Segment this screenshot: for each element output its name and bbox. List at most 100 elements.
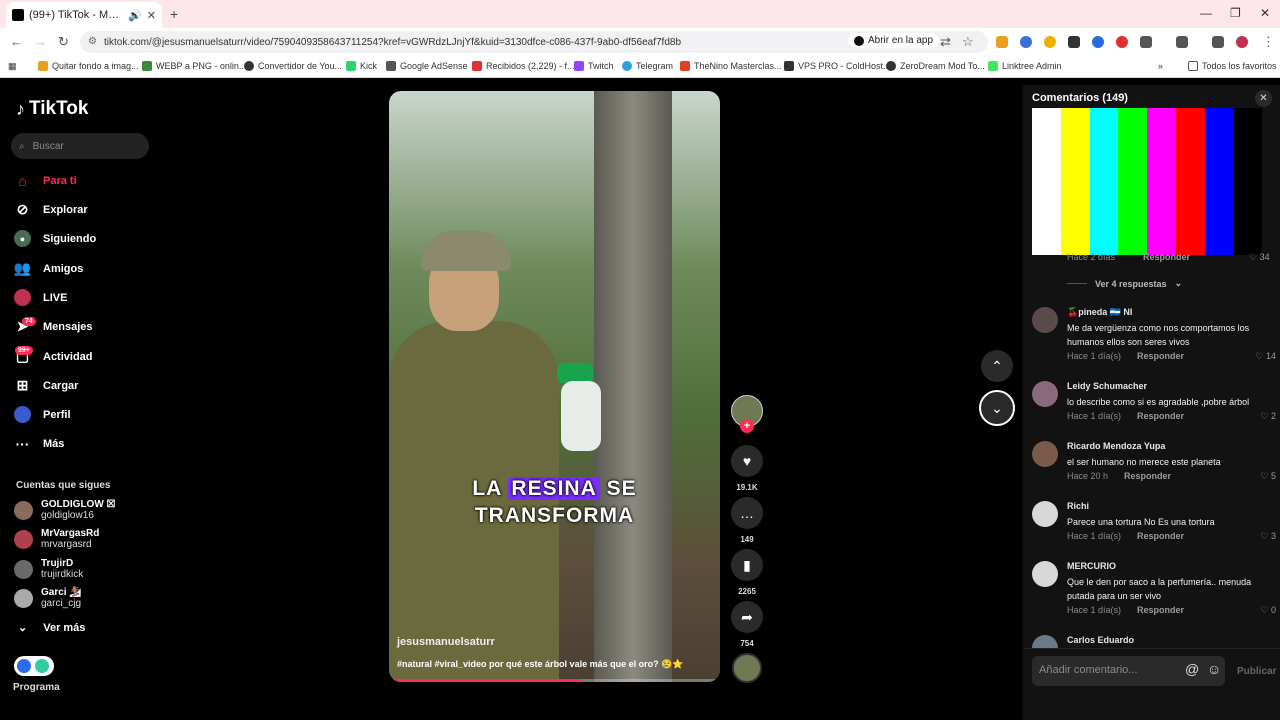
- profile-avatar-icon[interactable]: [1236, 36, 1248, 48]
- nav-siguiendo[interactable]: ● Siguiendo: [14, 230, 96, 247]
- reply-button[interactable]: Responder: [1143, 252, 1190, 262]
- reply-button[interactable]: Responder: [1137, 605, 1184, 615]
- bookmark-item[interactable]: TheNino Masterclas...: [680, 61, 782, 71]
- previous-video-button[interactable]: ⌃: [981, 350, 1013, 382]
- audio-icon[interactable]: 🔊: [128, 9, 142, 22]
- nav-amigos[interactable]: 👥 Amigos: [14, 260, 84, 277]
- nav-live[interactable]: LIVE: [14, 289, 67, 306]
- nav-label: Actividad: [43, 350, 93, 363]
- bookmark-item[interactable]: VPS PRO - ColdHost...: [784, 61, 891, 71]
- bookmark-item[interactable]: ZeroDream Mod To...: [886, 61, 985, 71]
- close-tab-icon[interactable]: ✕: [147, 9, 156, 22]
- more-bookmarks-icon[interactable]: »: [1158, 61, 1163, 71]
- bookmark-item[interactable]: Linktree Admin: [988, 61, 1062, 71]
- close-icon[interactable]: ✕: [1255, 90, 1272, 107]
- save-button[interactable]: ▮ 2265: [731, 549, 763, 596]
- emoji-icon[interactable]: ☺: [1207, 661, 1221, 677]
- avatar[interactable]: [1032, 441, 1058, 467]
- mention-icon[interactable]: @: [1185, 661, 1199, 677]
- nav-cargar[interactable]: ⊞ Cargar: [14, 377, 79, 394]
- extension-icon[interactable]: [996, 36, 1008, 48]
- comment-button[interactable]: … 149: [731, 497, 763, 544]
- reply-button[interactable]: Responder: [1137, 351, 1184, 361]
- next-video-button[interactable]: ⌄: [979, 390, 1015, 426]
- reply-button[interactable]: Responder: [1137, 411, 1184, 421]
- reload-icon[interactable]: ↻: [58, 34, 69, 50]
- back-icon[interactable]: ←: [10, 34, 23, 49]
- publish-button[interactable]: Publicar: [1237, 666, 1276, 677]
- browser-menu-icon[interactable]: ⋮: [1262, 34, 1275, 50]
- tiktok-logo[interactable]: ♪ TikTok: [16, 98, 88, 120]
- music-disc-icon[interactable]: [732, 653, 762, 683]
- programa-label[interactable]: Programa: [13, 682, 60, 693]
- comment-likes[interactable]: ♡ 0: [1260, 605, 1276, 616]
- avatar[interactable]: [1032, 381, 1058, 407]
- translate-icon[interactable]: ⇄: [940, 34, 951, 50]
- video-progress-bar[interactable]: [389, 679, 720, 682]
- bookmark-item[interactable]: Google AdSense: [386, 61, 468, 71]
- comment-likes[interactable]: ♡ 34: [1249, 252, 1270, 263]
- nav-explorar[interactable]: ⊘ Explorar: [14, 201, 88, 218]
- new-tab-button[interactable]: +: [170, 6, 178, 22]
- comment-author[interactable]: Leidy Schumacher: [1067, 381, 1147, 391]
- apps-grid-icon[interactable]: ▦: [8, 61, 17, 72]
- comment-author[interactable]: Richi: [1067, 501, 1089, 511]
- cast-icon[interactable]: [1176, 36, 1188, 48]
- follow-plus-button[interactable]: +: [740, 419, 754, 433]
- reply-button[interactable]: Responder: [1124, 471, 1171, 481]
- comment-author[interactable]: Ricardo Mendoza Yupa: [1067, 441, 1165, 451]
- close-window-icon[interactable]: ✕: [1260, 6, 1270, 20]
- see-more-button[interactable]: ⌄ Ver más: [18, 621, 85, 635]
- comment-author[interactable]: 🍒pineda 🇳🇮 NI: [1067, 307, 1132, 318]
- forward-icon[interactable]: →: [34, 34, 47, 49]
- comment-input[interactable]: Añadir comentario... @ ☺: [1032, 656, 1225, 686]
- bookmark-item[interactable]: Convertidor de You...: [244, 61, 342, 71]
- avatar[interactable]: [1032, 501, 1058, 527]
- bookmark-item[interactable]: Twitch: [574, 61, 614, 71]
- reply-button[interactable]: Responder: [1137, 531, 1184, 541]
- bookmark-item[interactable]: Telegram: [622, 61, 673, 71]
- comment-likes[interactable]: ♡ 5: [1260, 471, 1276, 482]
- comment-meta: Hace 1 día(s) Responder: [1067, 605, 1185, 615]
- avatar[interactable]: [1032, 307, 1058, 333]
- comment-author[interactable]: MERCURIO: [1067, 561, 1116, 571]
- following-account[interactable]: TrujirD trujirdkick: [14, 558, 83, 580]
- following-account[interactable]: GOLDIGLOW ☒ goldiglow16: [14, 499, 116, 521]
- like-button[interactable]: ♥ 19.1K: [731, 445, 763, 492]
- avatar[interactable]: [1032, 561, 1058, 587]
- site-info-icon[interactable]: ⚙: [88, 36, 97, 47]
- nav-mas[interactable]: ··· Más: [14, 435, 65, 452]
- bookmark-item[interactable]: Kick: [346, 61, 377, 71]
- media-icon[interactable]: [1212, 36, 1224, 48]
- view-replies-button[interactable]: Ver 4 respuestas ⌄: [1067, 278, 1182, 289]
- share-button[interactable]: ➦ 754: [731, 601, 763, 648]
- bookmark-item[interactable]: Quitar fondo a imag...: [38, 61, 139, 71]
- star-icon[interactable]: ☆: [962, 34, 974, 50]
- video-author[interactable]: jesusmanuelsaturr: [397, 636, 495, 648]
- open-in-app-button[interactable]: Abrir en la app: [848, 33, 940, 48]
- bookmark-item[interactable]: WEBP a PNG - onlin...: [142, 61, 246, 71]
- all-favorites-folder[interactable]: Todos los favoritos: [1188, 61, 1277, 71]
- comment-likes[interactable]: ♡ 2: [1260, 411, 1276, 422]
- extensions-puzzle-icon[interactable]: [1140, 36, 1152, 48]
- minimize-icon[interactable]: —: [1200, 6, 1212, 20]
- bookmark-item[interactable]: Recibidos (2,229) - f...: [472, 61, 575, 71]
- search-input[interactable]: ⌕ Buscar: [11, 133, 149, 159]
- comment-likes[interactable]: ♡ 14: [1255, 351, 1276, 362]
- following-account[interactable]: Garci 🏂 garci_cjg: [14, 587, 82, 609]
- comment-likes[interactable]: ♡ 3: [1260, 531, 1276, 542]
- video-description[interactable]: #natural #viral_video por qué este árbol…: [397, 659, 717, 670]
- extension-icon[interactable]: [1068, 36, 1080, 48]
- following-account[interactable]: MrVargasRd mrvargasrd: [14, 528, 99, 550]
- nav-perfil[interactable]: Perfil: [14, 406, 71, 423]
- adblock-icon[interactable]: [1116, 36, 1128, 48]
- browser-tab[interactable]: (99+) TikTok - Make Your Da 🔊 ✕: [6, 2, 162, 28]
- extension-icon[interactable]: [1092, 36, 1104, 48]
- extension-icon[interactable]: [1020, 36, 1032, 48]
- extension-icon[interactable]: [1044, 36, 1056, 48]
- comment-author[interactable]: Carlos Eduardo: [1067, 635, 1134, 645]
- video-player[interactable]: LA RESINA SE TRANSFORMA jesusmanuelsatur…: [389, 91, 720, 682]
- restore-icon[interactable]: ❐: [1230, 6, 1241, 20]
- creator-program-icon[interactable]: [14, 656, 54, 676]
- nav-para-ti[interactable]: ⌂ Para ti: [14, 172, 76, 189]
